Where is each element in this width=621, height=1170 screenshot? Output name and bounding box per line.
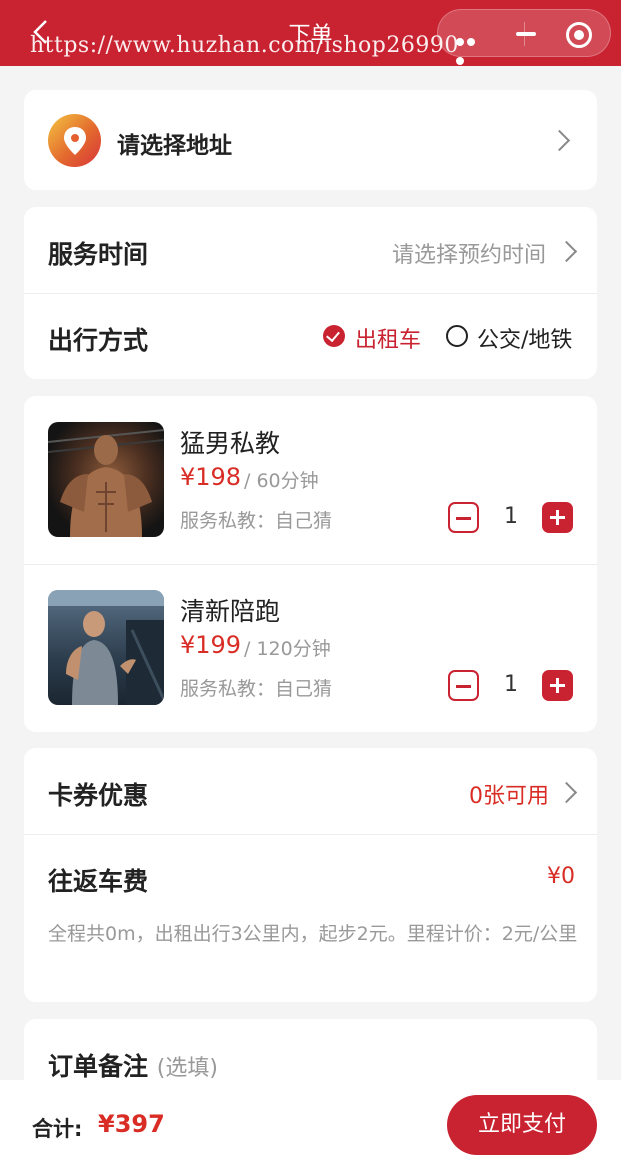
decrease-quantity-button[interactable] xyxy=(448,502,479,533)
product-duration: / 120分钟 xyxy=(244,638,331,660)
radio-checked-icon[interactable] xyxy=(323,325,345,347)
product-list: 猛男私教 ¥198 / 60分钟 服务私教：自己猜 1 清新陪跑 ¥199 / … xyxy=(24,396,597,732)
service-time-label: 服务时间 xyxy=(48,240,149,269)
increase-quantity-button[interactable] xyxy=(542,670,573,701)
divider xyxy=(24,834,597,835)
chevron-right-icon xyxy=(554,130,566,150)
chevron-right-icon xyxy=(561,782,573,802)
address-selector[interactable]: 请选择地址 xyxy=(24,90,597,190)
more-dots-icon[interactable] xyxy=(456,31,488,65)
service-time-picker[interactable]: 请选择预约时间 xyxy=(392,237,546,269)
chevron-right-icon xyxy=(561,241,573,261)
fare-value: ¥0 xyxy=(547,864,575,889)
travel-option-taxi[interactable]: 出租车 xyxy=(355,322,421,354)
travel-mode-label: 出行方式 xyxy=(48,326,149,355)
product-image xyxy=(48,590,164,705)
pay-now-button[interactable]: 立即支付 xyxy=(447,1095,597,1155)
product-price: ¥198 xyxy=(180,463,242,491)
total-label: 合计: xyxy=(32,1117,83,1141)
radio-unchecked-icon[interactable] xyxy=(446,325,468,347)
divider xyxy=(24,564,597,565)
product-name: 猛男私教 xyxy=(180,429,281,458)
product-coach: 服务私教：自己猜 xyxy=(180,678,333,700)
product-image xyxy=(48,422,164,537)
divider xyxy=(24,293,597,294)
product-duration: / 60分钟 xyxy=(244,470,319,492)
watermark-text: https://www.huzhan.com/ishop26990 xyxy=(30,33,459,58)
remark-label: 订单备注 (选填) xyxy=(48,1047,218,1083)
remark-title: 订单备注 xyxy=(48,1052,149,1081)
coupon-selector[interactable]: 0张可用 xyxy=(469,778,549,810)
checkout-bar: 合计: ¥397 立即支付 xyxy=(0,1080,621,1170)
increase-quantity-button[interactable] xyxy=(542,502,573,533)
remark-optional-hint: (选填) xyxy=(156,1056,218,1081)
service-options-card: 服务时间 请选择预约时间 出行方式 出租车 公交/地铁 xyxy=(24,207,597,379)
product-coach: 服务私教：自己猜 xyxy=(180,510,333,532)
address-placeholder: 请选择地址 xyxy=(117,133,232,159)
mini-program-capsule xyxy=(437,9,611,65)
quantity-value: 1 xyxy=(504,504,518,529)
total-amount: ¥397 xyxy=(98,1110,165,1138)
decrease-quantity-button[interactable] xyxy=(448,670,479,701)
minimize-icon[interactable] xyxy=(516,32,536,36)
location-pin-icon xyxy=(48,114,101,167)
fare-note: 全程共0m，出租出行3公里内，起步2元。里程计价：2元/公里 xyxy=(48,923,578,945)
quantity-value: 1 xyxy=(504,672,518,697)
travel-option-transit[interactable]: 公交/地铁 xyxy=(477,322,572,354)
fare-label: 往返车费 xyxy=(48,867,149,896)
nav-bar: 下单 https://www.huzhan.com/ishop26990 xyxy=(0,0,621,66)
coupon-label: 卡券优惠 xyxy=(48,781,149,810)
close-target-icon[interactable] xyxy=(566,22,592,48)
fees-card: 卡券优惠 0张可用 往返车费 ¥0 全程共0m，出租出行3公里内，起步2元。里程… xyxy=(24,748,597,1002)
product-price: ¥199 xyxy=(180,631,242,659)
product-name: 清新陪跑 xyxy=(180,597,281,626)
